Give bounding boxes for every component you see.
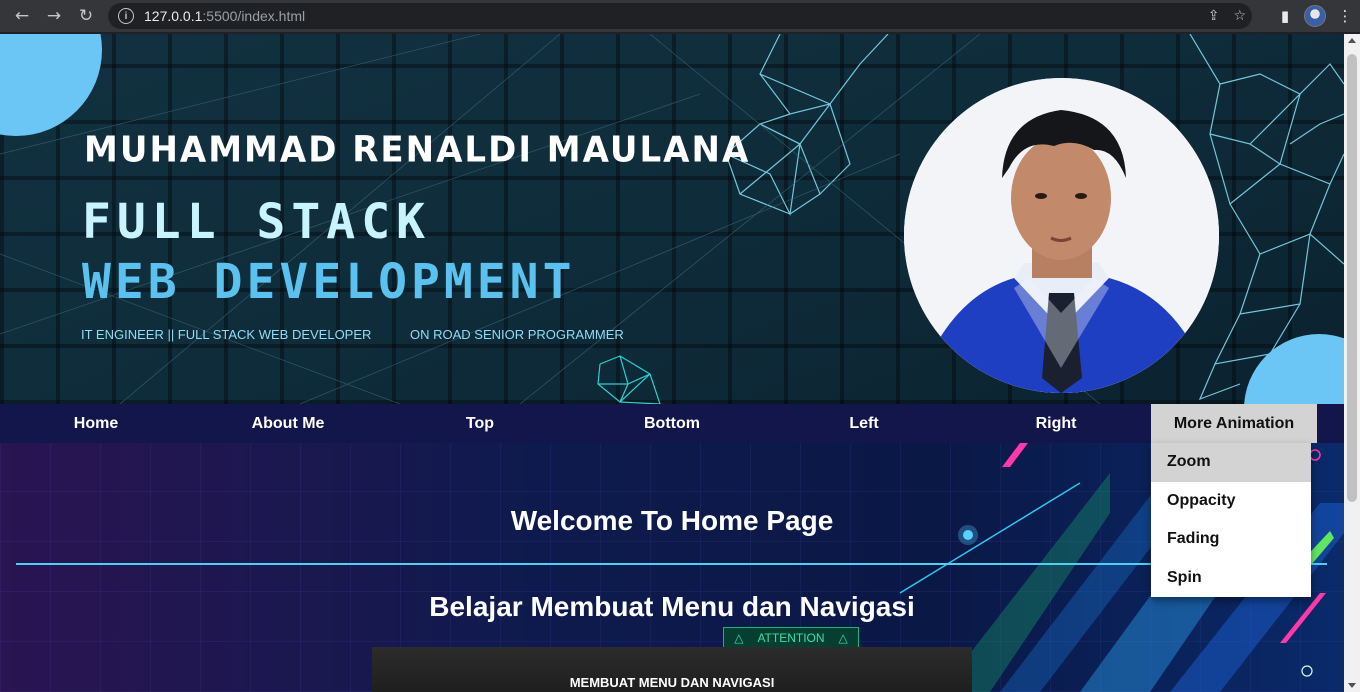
- avatar: [1304, 5, 1326, 27]
- nav-more-animation[interactable]: More Animation: [1151, 404, 1317, 443]
- reload-icon[interactable]: ↻: [70, 0, 102, 32]
- side-panel-icon[interactable]: ▮: [1270, 0, 1300, 32]
- dropdown-item-fading[interactable]: Fading: [1151, 520, 1311, 559]
- menu-icon[interactable]: ⋮: [1330, 0, 1360, 32]
- url-host: 127.0.0.1: [144, 8, 203, 24]
- scroll-down-icon[interactable]: [1348, 683, 1356, 688]
- page-viewport: MUHAMMAD RENALDI MAULANA FULL STACK WEB …: [0, 34, 1344, 692]
- browser-toolbar: ← → ↻ i 127.0.0.1:5500/index.html ⇪ ☆ ▮ …: [0, 0, 1360, 32]
- video-thumbnail[interactable]: MEMBUAT MENU DAN NAVIGASI: [372, 647, 972, 692]
- nav-home[interactable]: Home: [0, 404, 192, 443]
- scroll-thumb[interactable]: [1347, 54, 1357, 502]
- nav-top[interactable]: Top: [384, 404, 576, 443]
- nav-bottom[interactable]: Bottom: [576, 404, 768, 443]
- main-navbar: Home About Me Top Bottom Left Right More…: [0, 404, 1344, 443]
- dropdown-item-zoom[interactable]: Zoom: [1151, 443, 1311, 482]
- vertical-scrollbar[interactable]: [1344, 34, 1360, 692]
- nav-about-me[interactable]: About Me: [192, 404, 384, 443]
- video-title: MEMBUAT MENU DAN NAVIGASI: [569, 675, 775, 690]
- forward-icon[interactable]: →: [38, 0, 70, 32]
- dropdown-item-oppacity[interactable]: Oppacity: [1151, 482, 1311, 521]
- share-icon[interactable]: ⇪: [1208, 8, 1220, 24]
- hero-name: MUHAMMAD RENALDI MAULANA: [84, 129, 751, 171]
- scroll-up-icon[interactable]: [1348, 38, 1356, 43]
- hero-title-line2: WEB DEVELOPMENT: [82, 254, 576, 310]
- warning-icon: △: [734, 631, 744, 645]
- profile-button[interactable]: [1300, 0, 1330, 32]
- home-content: Welcome To Home Page Belajar Membuat Men…: [0, 443, 1344, 692]
- warning-icon: △: [838, 631, 848, 645]
- info-icon[interactable]: i: [118, 8, 134, 24]
- star-icon[interactable]: ☆: [1233, 8, 1246, 24]
- nav-right[interactable]: Right: [960, 404, 1152, 443]
- address-bar[interactable]: i 127.0.0.1:5500/index.html ⇪ ☆: [108, 3, 1252, 29]
- hero-banner: MUHAMMAD RENALDI MAULANA FULL STACK WEB …: [0, 34, 1344, 404]
- divider: [16, 563, 1327, 565]
- nav-left[interactable]: Left: [768, 404, 960, 443]
- section-heading: Belajar Membuat Menu dan Navigasi: [429, 591, 915, 622]
- profile-photo: [904, 78, 1219, 393]
- dropdown-item-spin[interactable]: Spin: [1151, 559, 1311, 598]
- hero-tagline-2: ON ROAD SENIOR PROGRAMMER: [410, 327, 624, 342]
- back-icon[interactable]: ←: [6, 0, 38, 32]
- welcome-heading: Welcome To Home Page: [510, 505, 834, 536]
- attention-badge: △ ATTENTION △: [723, 627, 859, 649]
- hero-title-line1: FULL STACK: [82, 194, 431, 250]
- attention-label: ATTENTION: [757, 631, 825, 645]
- more-animation-dropdown: Zoom Oppacity Fading Spin: [1151, 443, 1311, 597]
- hero-tagline-1: IT ENGINEER || FULL STACK WEB DEVELOPER: [81, 327, 372, 342]
- url-path: :5500/index.html: [202, 8, 306, 24]
